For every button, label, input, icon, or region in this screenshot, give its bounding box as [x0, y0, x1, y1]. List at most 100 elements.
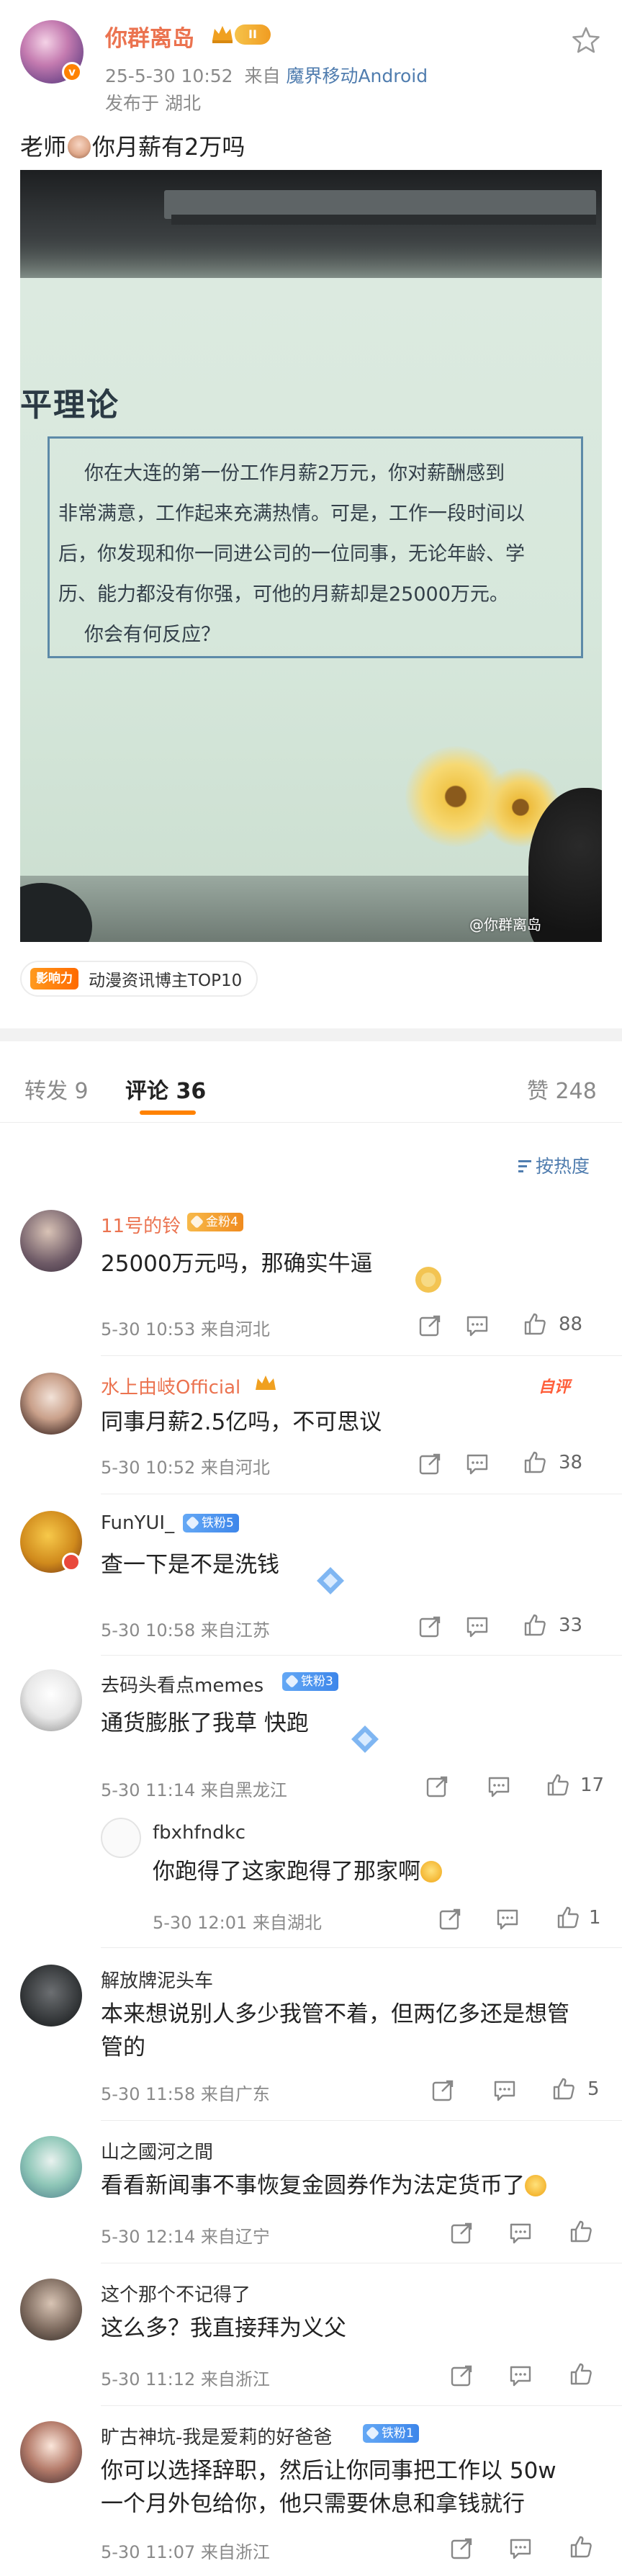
- reply-icon[interactable]: [495, 1907, 520, 1931]
- reply-icon[interactable]: [492, 2078, 517, 2103]
- share-icon[interactable]: [431, 2078, 455, 2103]
- reply-icon[interactable]: [508, 2221, 533, 2245]
- photo-projector-front: [171, 215, 596, 225]
- comment-avatar[interactable]: [20, 1373, 82, 1435]
- like-icon[interactable]: [569, 2535, 593, 2559]
- post-meta: 25-5-30 10:52 来自 魔界移动Android: [105, 62, 428, 88]
- like-count: 5: [587, 2078, 600, 2100]
- share-icon[interactable]: [449, 2364, 474, 2388]
- slide-text-box: 你在大连的第一份工作月薪2万元，你对薪酬感到 非常满意，工作起来充满热情。可是，…: [48, 436, 583, 658]
- comment-meta: 5-30 10:58 来自江苏: [101, 1620, 270, 1641]
- reply-icon[interactable]: [508, 2364, 533, 2388]
- comment-text: 查一下是不是洗钱: [101, 1552, 279, 1578]
- slide-line: 历、能力都没有你强，可他的月薪却是25000万元。: [58, 583, 509, 606]
- comment-avatar[interactable]: [20, 1965, 82, 2027]
- comment-text: 管的: [101, 2034, 145, 2060]
- tab-comments[interactable]: 评论 36: [125, 1073, 206, 1105]
- crown-icon: [256, 1375, 276, 1390]
- comment-author[interactable]: FunYUI_: [101, 1512, 174, 1534]
- reply-icon[interactable]: [508, 2536, 533, 2561]
- comment-divider: [101, 1655, 622, 1656]
- sticker-icon: [351, 1725, 379, 1753]
- comment-author[interactable]: 山之國河之間: [101, 2137, 213, 2164]
- share-icon[interactable]: [418, 1615, 442, 1639]
- favorite-star-icon[interactable]: [572, 26, 600, 55]
- sticker-icon: [415, 1267, 441, 1293]
- influence-tag: 影响力: [30, 968, 78, 989]
- reply-avatar[interactable]: [101, 1818, 141, 1858]
- post-source-link[interactable]: 魔界移动Android: [286, 66, 428, 86]
- comment-author[interactable]: 11号的铃: [101, 1211, 181, 1238]
- slide-line: 非常满意，工作起来充满热情。可是，工作一段时间以: [58, 503, 525, 525]
- like-icon[interactable]: [569, 2362, 593, 2387]
- comment-divider: [101, 1355, 622, 1356]
- comment-avatar[interactable]: [20, 1669, 82, 1731]
- reply-icon[interactable]: [465, 1452, 490, 1476]
- comment-meta: 5-30 11:12 来自浙江: [101, 2369, 270, 2389]
- post-time: 25-5-30 10:52: [105, 66, 233, 86]
- comment-meta: 5-30 10:52 来自河北: [101, 1458, 270, 1478]
- like-count: 33: [559, 1615, 583, 1636]
- share-icon[interactable]: [449, 2221, 474, 2245]
- comment-meta: 5-30 10:53 来自河北: [101, 1319, 270, 1339]
- like-icon[interactable]: [556, 1906, 580, 1930]
- comment-author[interactable]: 这个那个不记得了: [101, 2280, 251, 2307]
- like-icon[interactable]: [523, 1613, 547, 1638]
- comment-avatar[interactable]: [20, 2136, 82, 2198]
- sort-button[interactable]: 按热度: [518, 1152, 590, 1178]
- slide-title: 平理论: [20, 387, 120, 423]
- author-name[interactable]: 你群离岛: [105, 20, 194, 53]
- reply-text-content: 你跑得了这家跑得了那家啊: [153, 1859, 420, 1885]
- share-icon[interactable]: [449, 2536, 474, 2561]
- influence-badge[interactable]: 影响力 动漫资讯博主TOP10: [20, 961, 258, 997]
- comment-meta: 5-30 12:14 来自辽宁: [101, 2227, 270, 2247]
- like-count: 17: [580, 1774, 605, 1796]
- comment-text: 你可以选择辞职，然后让你同事把工作以 50w: [101, 2458, 556, 2484]
- comment-avatar[interactable]: [20, 1210, 82, 1272]
- slide-line: 后，你发现和你一同进公司的一位同事，无论年龄、学: [58, 543, 525, 565]
- comment-text: 一个月外包给你，他只需要休息和拿钱就行: [101, 2491, 525, 2517]
- share-icon[interactable]: [438, 1907, 462, 1931]
- share-icon[interactable]: [418, 1314, 442, 1338]
- comment-divider: [101, 2405, 622, 2406]
- comment-author[interactable]: 旷古神坑-我是爱莉的好爸爸: [101, 2423, 332, 2449]
- share-icon[interactable]: [418, 1452, 442, 1476]
- slide-line: 你在大连的第一份工作月薪2万元，你对薪酬感到: [84, 462, 505, 485]
- comment-text: 这么多？我直接拜为义父: [101, 2315, 346, 2341]
- like-icon[interactable]: [523, 1450, 547, 1475]
- sticker-icon: [317, 1567, 344, 1594]
- section-separator: [0, 1028, 622, 1041]
- comment-author[interactable]: 去码头看点memes: [101, 1671, 263, 1697]
- fan-badge: 金粉4: [187, 1213, 243, 1231]
- like-icon[interactable]: [551, 2077, 576, 2101]
- comment-avatar[interactable]: [20, 2421, 82, 2483]
- reply-author[interactable]: fbxhfndkc: [153, 1822, 245, 1844]
- comment-avatar[interactable]: [20, 2279, 82, 2341]
- comment-text: 同事月薪2.5亿吗，不可思议: [101, 1409, 382, 1435]
- fan-badge: 铁粉5: [183, 1514, 239, 1532]
- reply-icon[interactable]: [465, 1314, 490, 1338]
- share-icon[interactable]: [425, 1774, 449, 1799]
- member-level-badge: II: [235, 24, 271, 45]
- influence-text: 动漫资讯博主TOP10: [89, 971, 243, 990]
- reply-icon[interactable]: [465, 1615, 490, 1639]
- post-location: 发布于 湖北: [105, 93, 201, 114]
- fan-badge: 铁粉1: [363, 2424, 419, 2443]
- post-image[interactable]: 平理论 你在大连的第一份工作月薪2万元，你对薪酬感到 非常满意，工作起来充满热情…: [20, 170, 602, 942]
- laugh-emoji-icon: [420, 1861, 442, 1882]
- tab-likes[interactable]: 赞 248: [527, 1073, 597, 1105]
- reply-text: 你跑得了这家跑得了那家啊: [153, 1855, 442, 1888]
- like-count: 1: [589, 1907, 601, 1929]
- author-reply-tag: 自评: [538, 1378, 571, 1396]
- like-icon[interactable]: [569, 2220, 593, 2244]
- post-text-part1: 老师: [20, 133, 67, 161]
- like-icon[interactable]: [546, 1773, 570, 1798]
- comment-divider: [101, 2120, 622, 2121]
- tab-active-indicator: [140, 1110, 196, 1115]
- comment-author[interactable]: 解放牌泥头车: [101, 1966, 213, 1993]
- reply-icon[interactable]: [487, 1774, 511, 1799]
- comment-author[interactable]: 水上由岐Official: [101, 1373, 240, 1399]
- tab-repost[interactable]: 转发 9: [24, 1073, 89, 1105]
- like-icon[interactable]: [523, 1312, 547, 1337]
- crown-icon: [212, 26, 233, 43]
